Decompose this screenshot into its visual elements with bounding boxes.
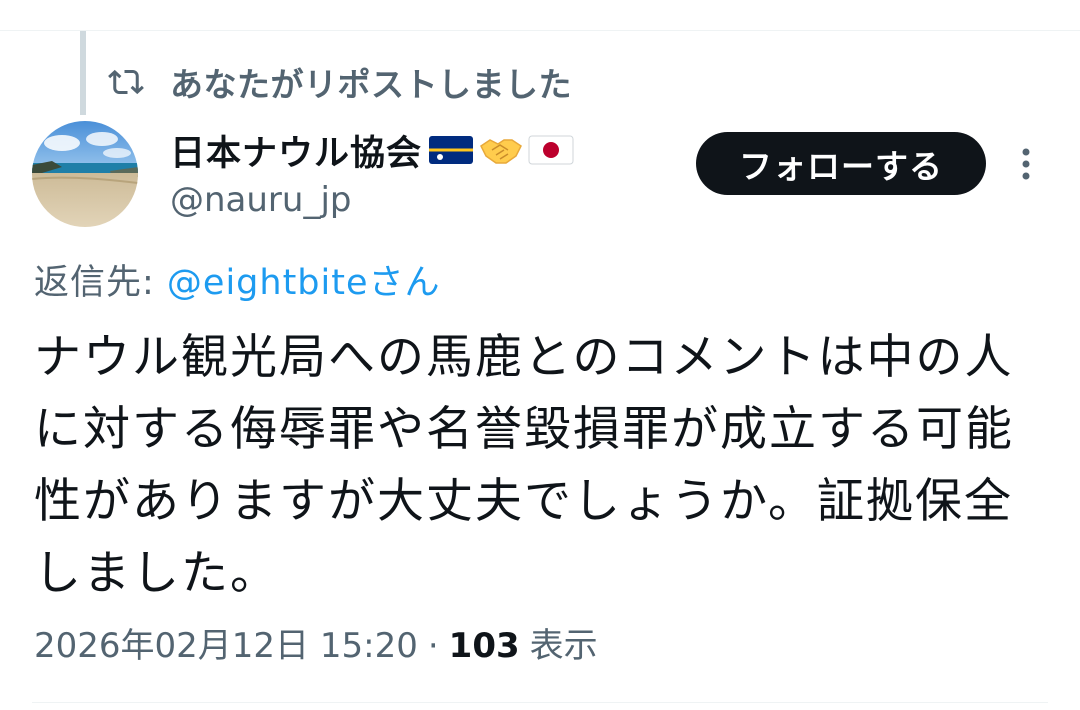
reply-mention-link[interactable]: @eightbiteさん — [167, 263, 441, 303]
nauru-flag-icon — [429, 136, 474, 164]
view-count: 103 — [448, 626, 520, 666]
handshake-icon — [480, 139, 522, 164]
author-handle[interactable]: @nauru_jp — [170, 180, 352, 220]
repost-label: あなたがリポストしました — [170, 65, 572, 104]
repost-indicator: あなたがリポストしました — [108, 58, 572, 106]
top-divider — [0, 30, 1080, 31]
follow-button[interactable]: フォローする — [696, 132, 986, 195]
author-name-row[interactable]: 日本ナウル協会 — [170, 124, 574, 176]
author-emoji-group — [424, 132, 574, 168]
author-display-name[interactable]: 日本ナウル協会 — [170, 125, 422, 176]
tweet-meta: 2026年02月12日 15:20 · 103 表示 — [34, 618, 598, 667]
avatar-beach-image — [32, 121, 138, 227]
meta-separator: · — [427, 626, 439, 666]
japan-flag-icon — [528, 135, 574, 165]
thread-connector-line — [80, 31, 86, 115]
author-avatar[interactable] — [32, 121, 138, 227]
repost-icon — [108, 69, 144, 95]
more-options-icon[interactable] — [1010, 142, 1042, 186]
reply-context: 返信先: @eightbiteさん — [34, 254, 441, 305]
view-label: 表示 — [529, 626, 598, 666]
reply-prefix: 返信先: — [34, 263, 167, 303]
tweet-timestamp[interactable]: 2026年02月12日 15:20 — [34, 618, 418, 667]
tweet-text: ナウル観光局への馬鹿とのコメントは中の人に対する侮辱罪や名誉毀損罪が成立する可能… — [34, 330, 1014, 601]
bottom-divider — [32, 702, 1048, 703]
